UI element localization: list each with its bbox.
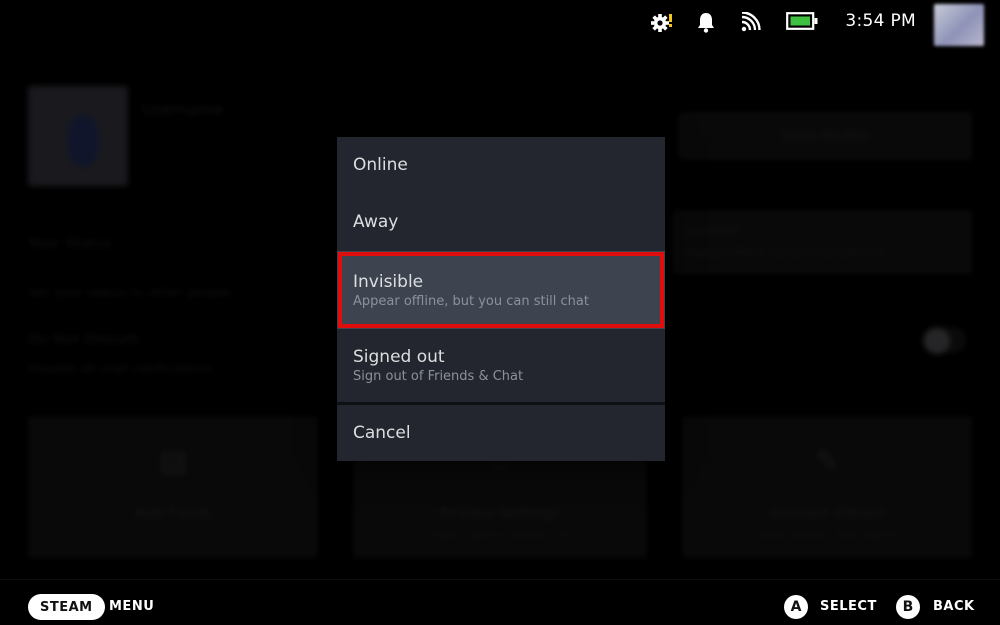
pencil-icon: ✎	[814, 444, 840, 479]
profile-avatar	[28, 86, 128, 186]
a-button-icon[interactable]: A	[784, 595, 808, 619]
status-option-online[interactable]: Online	[337, 137, 665, 193]
dnd-label: Do Not Disturb	[28, 330, 140, 348]
steam-button[interactable]: STEAM	[28, 594, 105, 620]
dnd-toggle[interactable]	[922, 327, 966, 354]
clock: 3:54 PM	[845, 11, 916, 31]
footer-hints: STEAM MENU A SELECT B BACK	[0, 579, 1000, 625]
your-status-desc: Set your status to other people	[28, 286, 231, 301]
status-option-away[interactable]: Away	[337, 193, 665, 251]
profile-name: Username	[142, 100, 224, 119]
dnd-desc: Disable all chat notifications	[28, 362, 213, 377]
back-label: BACK	[933, 599, 975, 614]
account-details-card[interactable]: ✎ Account Details View Details Edit Name	[682, 416, 972, 558]
select-label: SELECT	[820, 599, 877, 614]
your-status-label: Your Status	[28, 234, 113, 252]
settings-alert-icon[interactable]	[650, 12, 674, 34]
view-profile-button[interactable]: View Profile	[678, 112, 972, 160]
wallet-icon: ▤	[158, 444, 188, 479]
status-option-invisible[interactable]: Invisible Appear offline, but you can st…	[337, 251, 665, 329]
status-option-signed-out[interactable]: Signed out Sign out of Friends & Chat	[337, 329, 665, 402]
user-avatar[interactable]	[934, 4, 984, 46]
add-funds-card[interactable]: ▤ Add Funds	[28, 416, 318, 558]
battery-icon[interactable]	[786, 12, 818, 30]
menu-label: MENU	[109, 599, 155, 614]
status-bar: 3:54 PM	[0, 0, 1000, 46]
cancel-button[interactable]: Cancel	[337, 405, 665, 461]
b-button-icon[interactable]: B	[896, 595, 920, 619]
notification-bell-icon[interactable]	[697, 12, 715, 34]
status-dialog: Online Away Invisible Appear offline, bu…	[337, 137, 665, 461]
wifi-icon[interactable]	[741, 12, 761, 32]
status-select[interactable]: Invisible Appear offline, but you can st…	[672, 210, 972, 274]
